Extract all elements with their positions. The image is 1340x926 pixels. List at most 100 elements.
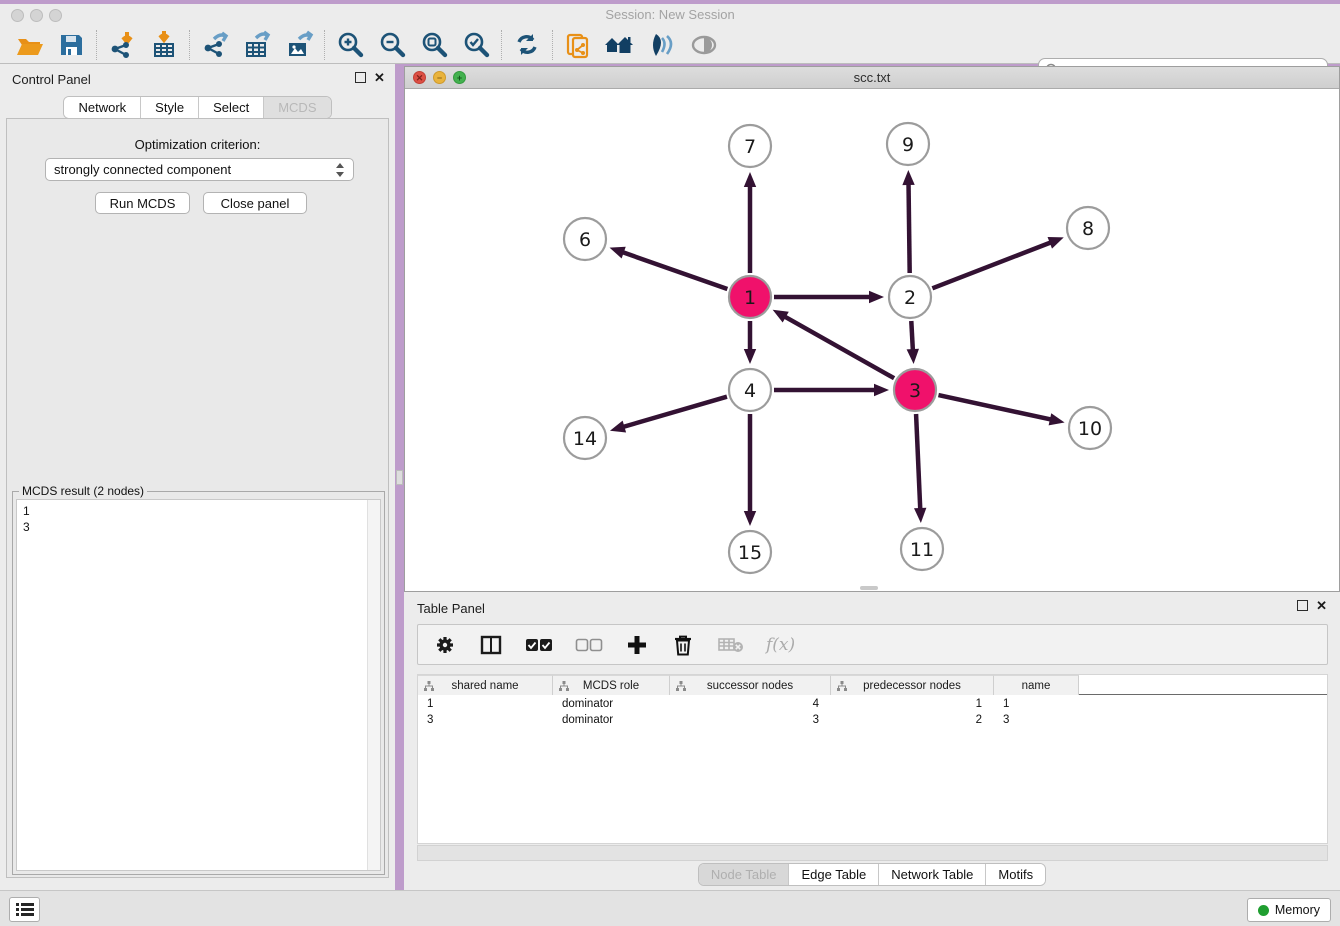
canvas-scrollbar-thumb[interactable] — [860, 586, 878, 590]
node-2[interactable]: 2 — [889, 276, 931, 318]
node-7[interactable]: 7 — [729, 125, 771, 167]
column-header-successor-nodes[interactable]: successor nodes — [670, 675, 831, 695]
zoom-fit-icon[interactable] — [413, 28, 455, 62]
delete-table-icon[interactable] — [716, 628, 746, 662]
result-scrollbar[interactable] — [367, 500, 380, 870]
zoom-out-icon[interactable] — [371, 28, 413, 62]
node-1[interactable]: 1 — [729, 276, 771, 318]
close-panel-icon[interactable]: ✕ — [374, 72, 385, 83]
table-hscroll-track[interactable] — [417, 845, 1328, 861]
table-row[interactable]: 3dominator323 — [418, 712, 1327, 728]
tab-node-table[interactable]: Node Table — [699, 864, 790, 885]
memory-label: Memory — [1275, 903, 1320, 917]
optimization-dropdown[interactable]: strongly connected component — [45, 158, 354, 181]
run-mcds-button[interactable]: Run MCDS — [95, 192, 190, 214]
node-3[interactable]: 3 — [894, 369, 936, 411]
eye-icon[interactable] — [683, 28, 725, 62]
network-window-titlebar[interactable]: ✕ − + scc.txt — [405, 67, 1339, 89]
cell-predecessor-nodes[interactable]: 1 — [831, 696, 994, 712]
open-folder-icon[interactable] — [8, 28, 50, 62]
cell-shared-name[interactable]: 3 — [418, 712, 553, 728]
close-table-panel-icon[interactable]: ✕ — [1316, 600, 1327, 611]
add-icon[interactable] — [624, 628, 650, 662]
cell-successor-nodes[interactable]: 3 — [670, 712, 831, 728]
float-table-panel-icon[interactable] — [1297, 600, 1308, 611]
edge-3-10[interactable] — [938, 395, 1064, 425]
trash-icon[interactable] — [670, 628, 696, 662]
export-image-icon[interactable] — [278, 28, 320, 62]
import-table-icon[interactable] — [143, 28, 185, 62]
edge-4-14[interactable] — [610, 397, 727, 433]
memory-button[interactable]: Memory — [1247, 898, 1331, 922]
edge-3-1[interactable] — [773, 310, 894, 378]
close-panel-button[interactable]: Close panel — [203, 192, 307, 214]
edge-2-8[interactable] — [932, 237, 1063, 288]
edge-3-11[interactable] — [914, 414, 926, 523]
cell-name[interactable]: 3 — [994, 712, 1079, 728]
column-header-shared-name[interactable]: shared name — [418, 675, 553, 695]
edge-1-6[interactable] — [610, 247, 728, 289]
column-header-name[interactable]: name — [994, 675, 1079, 695]
refresh-icon[interactable] — [506, 28, 548, 62]
mcds-result-box[interactable]: 1 3 — [16, 499, 381, 871]
node-11[interactable]: 11 — [901, 528, 943, 570]
import-network-icon[interactable] — [101, 28, 143, 62]
network-graph-canvas[interactable]: 1 2 3 4 6 7 8 9 10 11 14 15 — [405, 89, 1339, 591]
home-icon[interactable] — [599, 28, 641, 62]
edge-1-2[interactable] — [774, 291, 884, 303]
zoom-selected-icon[interactable] — [455, 28, 497, 62]
tab-mcds[interactable]: MCDS — [264, 97, 330, 118]
edge-1-4[interactable] — [744, 321, 756, 364]
tab-network[interactable]: Network — [64, 97, 141, 118]
network-view-window: ✕ − + scc.txt 1 2 3 4 6 7 8 9 10 11 14 15 — [404, 66, 1340, 592]
float-panel-icon[interactable] — [355, 72, 366, 83]
node-15[interactable]: 15 — [729, 531, 771, 573]
toolbar-separator — [552, 30, 553, 60]
edge-2-3[interactable] — [907, 321, 919, 364]
node-4[interactable]: 4 — [729, 369, 771, 411]
edge-1-7[interactable] — [744, 172, 756, 273]
column-header-predecessor-nodes[interactable]: predecessor nodes — [831, 675, 994, 695]
export-network-icon[interactable] — [194, 28, 236, 62]
clipboard-network-icon[interactable] — [557, 28, 599, 62]
node-6[interactable]: 6 — [564, 218, 606, 260]
tab-network-table[interactable]: Network Table — [879, 864, 986, 885]
control-panel-tabs: NetworkStyleSelectMCDS — [0, 96, 395, 119]
cell-MCDS-role[interactable]: dominator — [553, 712, 670, 728]
save-icon[interactable] — [50, 28, 92, 62]
cell-shared-name[interactable]: 1 — [418, 696, 553, 712]
table-row[interactable]: 1dominator411 — [418, 696, 1327, 712]
select-all-icon[interactable] — [524, 628, 554, 662]
edge-4-3[interactable] — [774, 384, 889, 396]
control-panel: Control Panel ✕ NetworkStyleSelectMCDS O… — [0, 64, 395, 890]
deselect-all-icon[interactable] — [574, 628, 604, 662]
node-10[interactable]: 10 — [1069, 407, 1111, 449]
svg-text:14: 14 — [573, 428, 597, 450]
task-history-button[interactable] — [9, 897, 40, 922]
toolbar-separator — [189, 30, 190, 60]
zoom-in-icon[interactable] — [329, 28, 371, 62]
dropdown-stepper-icon — [335, 162, 345, 178]
fx-function-button[interactable]: f(x) — [766, 635, 795, 655]
cell-name[interactable]: 1 — [994, 696, 1079, 712]
columns-icon[interactable] — [478, 628, 504, 662]
gear-icon[interactable] — [432, 628, 458, 662]
column-header-MCDS-role[interactable]: MCDS role — [553, 675, 670, 695]
style-preview-icon[interactable] — [641, 28, 683, 62]
tab-select[interactable]: Select — [199, 97, 264, 118]
export-table-icon[interactable] — [236, 28, 278, 62]
node-9[interactable]: 9 — [887, 123, 929, 165]
split-divider-grip[interactable] — [396, 470, 403, 485]
tab-style[interactable]: Style — [141, 97, 199, 118]
node-14[interactable]: 14 — [564, 417, 606, 459]
tab-motifs[interactable]: Motifs — [986, 864, 1045, 885]
node-table[interactable]: shared nameMCDS rolesuccessor nodesprede… — [417, 674, 1328, 844]
cell-successor-nodes[interactable]: 4 — [670, 696, 831, 712]
cell-MCDS-role[interactable]: dominator — [553, 696, 670, 712]
edge-4-15[interactable] — [744, 414, 756, 526]
node-8[interactable]: 8 — [1067, 207, 1109, 249]
toolbar-separator — [324, 30, 325, 60]
tab-edge-table[interactable]: Edge Table — [789, 864, 879, 885]
cell-predecessor-nodes[interactable]: 2 — [831, 712, 994, 728]
edge-2-9[interactable] — [902, 170, 914, 273]
